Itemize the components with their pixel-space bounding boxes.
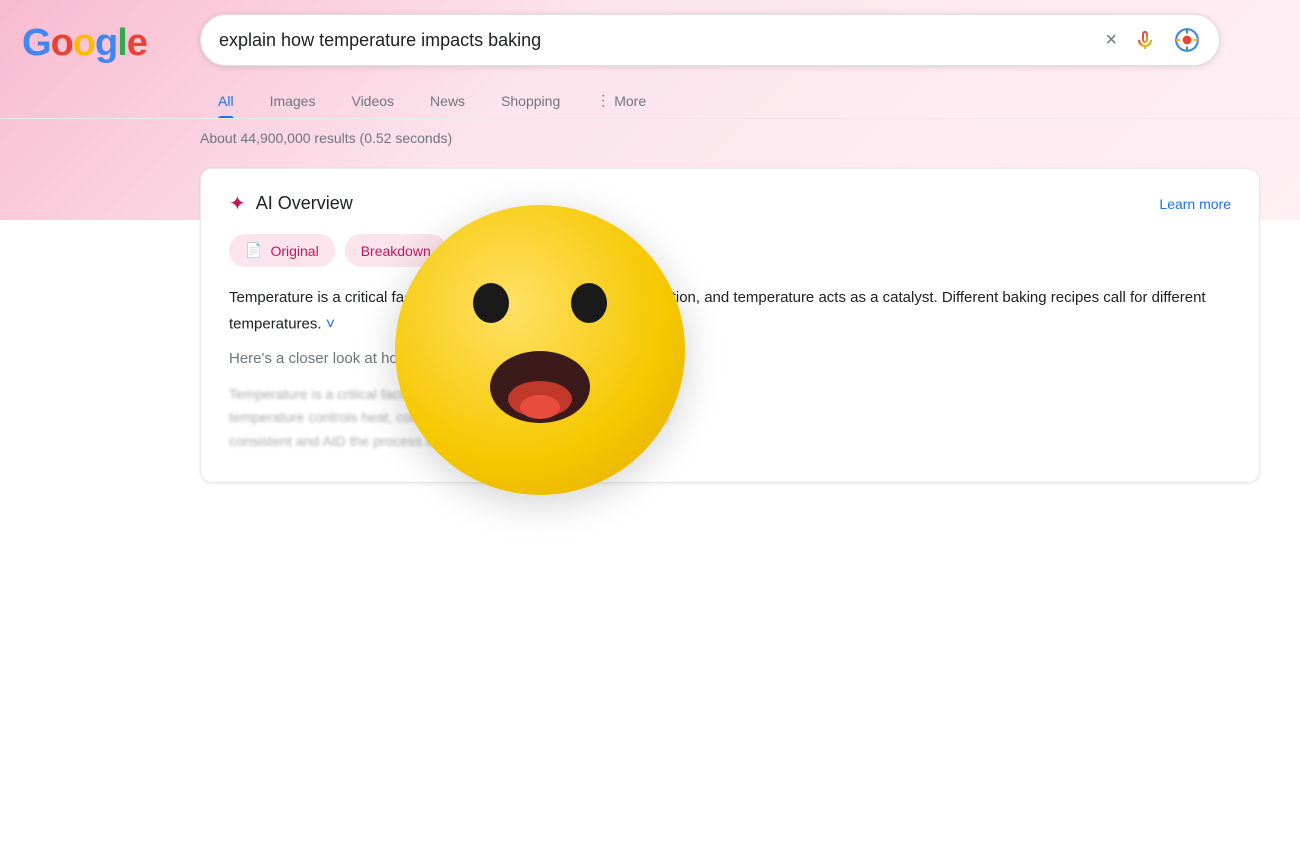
- logo-g: G: [22, 22, 51, 64]
- more-label: More: [614, 93, 646, 109]
- microphone-icon[interactable]: [1131, 26, 1159, 54]
- search-input[interactable]: explain how temperature impacts baking: [219, 30, 1105, 51]
- ai-overview-label: AI Overview: [256, 193, 353, 214]
- clear-icon[interactable]: ×: [1105, 29, 1117, 52]
- tab-videos[interactable]: Videos: [333, 83, 412, 119]
- more-menu[interactable]: ⋮ More: [578, 82, 664, 119]
- search-icons: ×: [1105, 26, 1201, 54]
- breakdown-pill-label: Breakdown: [361, 243, 431, 259]
- logo-l: l: [117, 22, 127, 64]
- tab-all[interactable]: All: [200, 83, 252, 119]
- document-icon: 📄: [245, 242, 262, 259]
- pill-buttons: 📄 Original Breakdown: [229, 234, 1231, 267]
- tab-images[interactable]: Images: [252, 83, 334, 119]
- blurred-line-3: consistent and AID the process and give …: [229, 430, 1231, 454]
- ai-main-text: Temperature is a critical factor in baki…: [229, 289, 1206, 332]
- ai-star-icon: ✦: [229, 191, 246, 216]
- results-count: About 44,900,000 results (0.52 seconds): [200, 130, 452, 146]
- ai-overview-header: ✦ AI Overview Learn more: [229, 191, 1231, 216]
- dots-icon: ⋮: [596, 92, 610, 109]
- original-pill-button[interactable]: 📄 Original: [229, 234, 335, 267]
- logo-o1: o: [51, 22, 73, 64]
- blurred-line-1: Temperature is a critical factor in baki…: [229, 383, 1231, 407]
- expand-chevron-icon[interactable]: ˅: [326, 316, 335, 333]
- logo-g2: g: [95, 22, 117, 64]
- ai-overview-title: ✦ AI Overview: [229, 191, 353, 216]
- lens-icon[interactable]: [1173, 26, 1201, 54]
- ai-content-main: Temperature is a critical factor in baki…: [229, 285, 1231, 338]
- google-logo: Google: [22, 22, 147, 65]
- blurred-line-2: temperature controls heat, color and moi…: [229, 406, 1231, 430]
- ai-closer-look-text: Here's a closer look at how temperature …: [229, 350, 1231, 367]
- ai-overview-panel: ✦ AI Overview Learn more 📄 Original Brea…: [200, 168, 1260, 483]
- tab-news[interactable]: News: [412, 83, 483, 119]
- breakdown-pill-button[interactable]: Breakdown: [345, 234, 447, 267]
- logo-o2: o: [73, 22, 95, 64]
- search-bar: explain how temperature impacts baking ×: [200, 14, 1220, 66]
- original-pill-label: Original: [270, 243, 318, 259]
- logo-e: e: [127, 22, 147, 64]
- learn-more-link[interactable]: Learn more: [1159, 196, 1231, 212]
- tab-shopping[interactable]: Shopping: [483, 83, 578, 119]
- nav-divider: [0, 118, 1300, 119]
- nav-tabs: All Images Videos News Shopping ⋮ More: [200, 82, 664, 119]
- ai-blurred-content: Temperature is a critical factor in baki…: [229, 383, 1231, 454]
